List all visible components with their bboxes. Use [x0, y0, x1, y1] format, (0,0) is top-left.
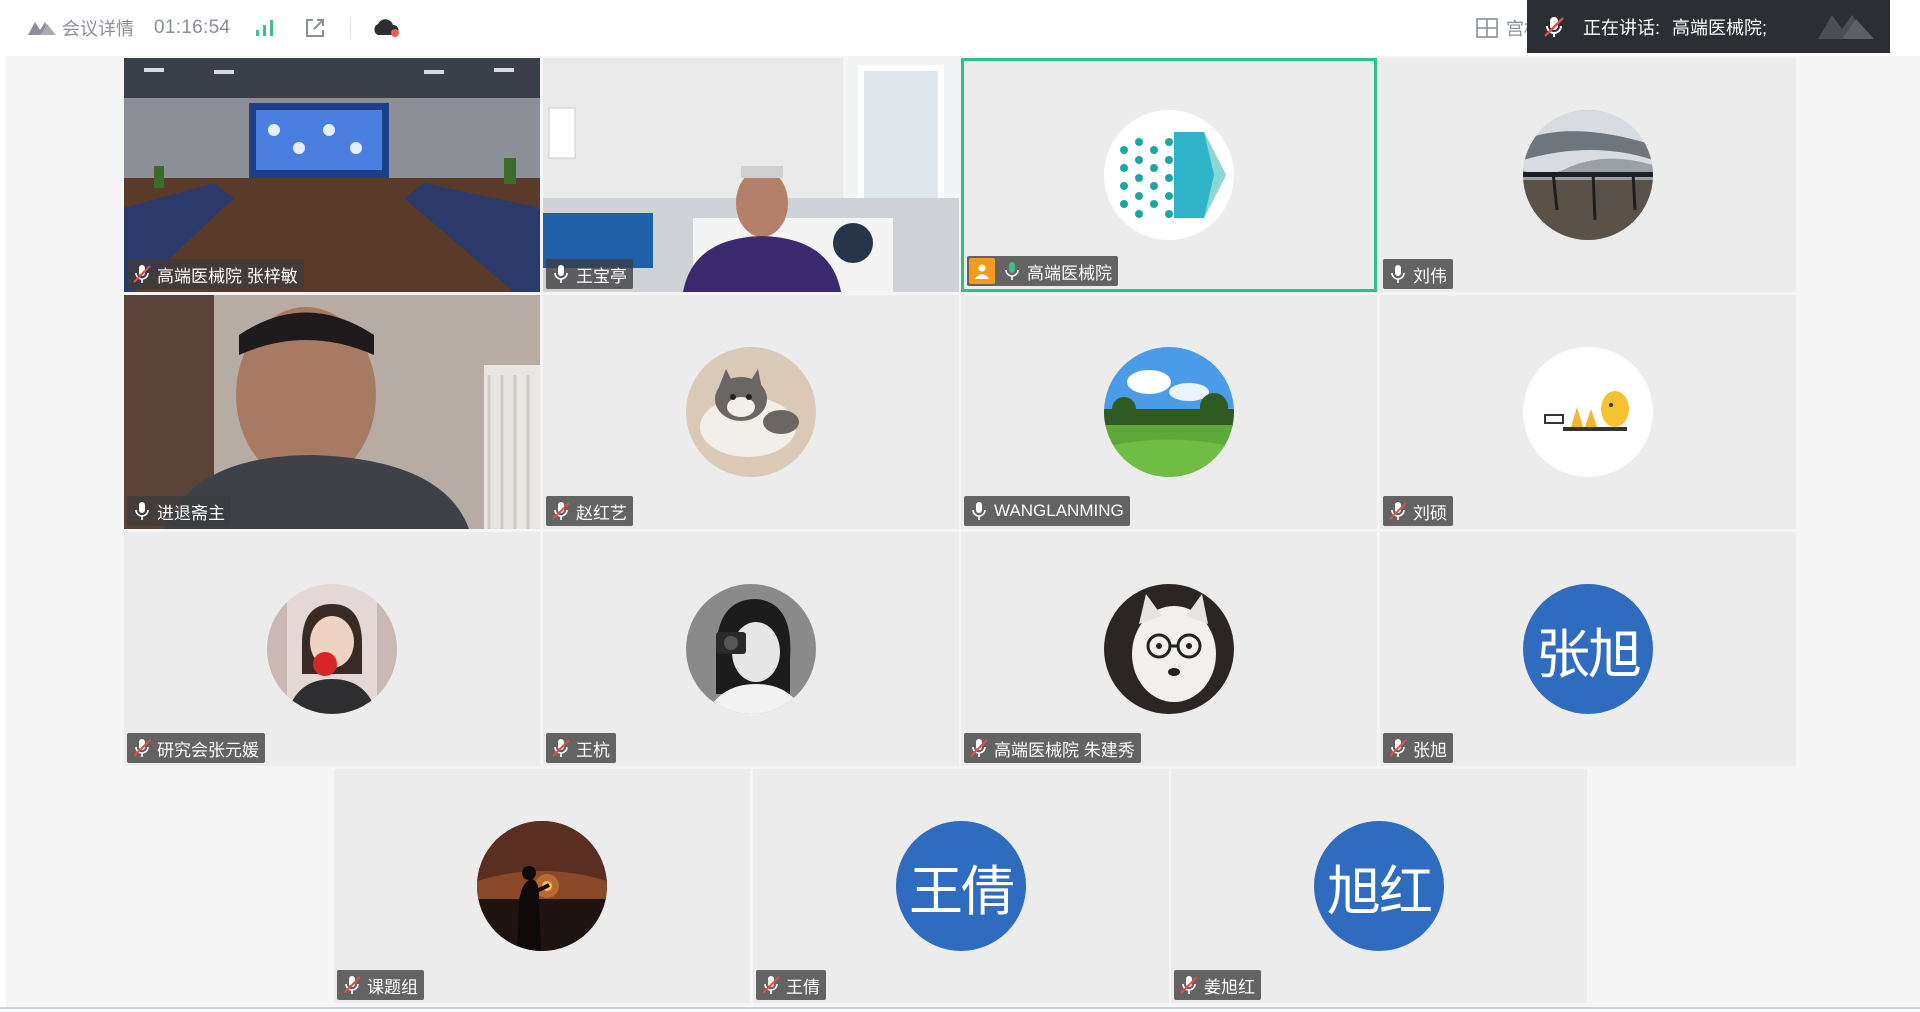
mic-muted-icon: [760, 974, 786, 996]
participant-tile[interactable]: 旭红 姜旭红: [1171, 769, 1587, 1003]
meeting-duration: 01:16:54: [154, 17, 231, 38]
avatar: [686, 584, 816, 714]
participant-nameplate: 刘伟: [1383, 259, 1453, 289]
participant-tile[interactable]: 研究会张元媛: [124, 532, 540, 766]
participant-name: 王杭: [576, 740, 610, 760]
toolbar-divider: [350, 17, 352, 39]
speaking-label: 正在讲话:: [1583, 17, 1661, 38]
top-bar-left: 会议详情 01:16:54: [26, 0, 401, 56]
speaking-name: 高端医械院;: [1672, 17, 1768, 38]
meeting-logo-icon: [26, 18, 58, 38]
participant-name: 刘硕: [1413, 503, 1447, 523]
participant-nameplate: 赵红艺: [546, 496, 633, 526]
bottom-divider: [0, 1007, 1920, 1009]
mic-icon: [1387, 263, 1413, 285]
participant-name: 进退斋主: [157, 503, 225, 523]
participant-name: 高端医械院 朱建秀: [994, 740, 1135, 760]
participant-tile[interactable]: 课题组: [334, 769, 750, 1003]
avatar-initials: 旭红: [1314, 821, 1444, 951]
participant-nameplate: 高端医械院: [967, 256, 1118, 286]
mic-muted-icon: [550, 500, 576, 522]
man-closeup-video: [124, 295, 540, 529]
avatar: [1104, 584, 1234, 714]
participant-name: 赵红艺: [576, 503, 627, 523]
mic-muted-icon: [968, 737, 994, 759]
avatar-initials: 张旭: [1523, 584, 1653, 714]
participant-nameplate: 张旭: [1383, 733, 1453, 763]
participant-tile[interactable]: 高端医械院 朱建秀: [961, 532, 1377, 766]
participant-nameplate: 研究会张元媛: [127, 733, 265, 763]
participant-name: 课题组: [367, 977, 418, 997]
office-video: [543, 58, 959, 292]
cloud-record-icon[interactable]: [371, 13, 401, 43]
mic-muted-icon: [1178, 974, 1204, 996]
participant-nameplate: 王宝亭: [546, 259, 633, 289]
participant-nameplate: 进退斋主: [127, 496, 231, 526]
participant-tile[interactable]: WANGLANMING: [961, 295, 1377, 529]
participant-nameplate: 课题组: [337, 970, 424, 1000]
participant-tile[interactable]: 张旭 张旭: [1380, 532, 1796, 766]
avatar: [1523, 110, 1653, 240]
participant-nameplate: WANGLANMING: [964, 496, 1130, 526]
participant-tile[interactable]: 王宝亭: [543, 58, 959, 292]
participant-nameplate: 姜旭红: [1174, 970, 1261, 1000]
participant-tile[interactable]: 王杭: [543, 532, 959, 766]
participant-nameplate: 高端医械院 张梓敏: [127, 259, 304, 289]
participant-tile[interactable]: 王倩 王倩: [753, 769, 1169, 1003]
avatar: [477, 821, 607, 951]
mic-active-icon: [1001, 260, 1027, 282]
avatar: [1104, 347, 1234, 477]
participant-tile-active[interactable]: 高端医械院: [961, 58, 1377, 292]
participant-tile[interactable]: 赵红艺: [543, 295, 959, 529]
speaking-logo-icon: [1816, 9, 1876, 43]
signal-bars-icon[interactable]: [250, 13, 280, 43]
participant-name: 刘伟: [1413, 266, 1447, 286]
conference-room-video: [124, 58, 540, 292]
mic-muted-icon: [131, 737, 157, 759]
mic-muted-icon: [550, 737, 576, 759]
avatar: [267, 584, 397, 714]
avatar: [1104, 110, 1234, 240]
grid-layout-icon: [1476, 18, 1498, 38]
participant-name: 研究会张元媛: [157, 740, 259, 760]
avatar: [1523, 347, 1653, 477]
mic-muted-icon: [1387, 500, 1413, 522]
mic-icon: [968, 500, 994, 522]
mic-muted-icon: [1541, 14, 1567, 40]
mic-muted-icon: [131, 263, 157, 285]
participant-nameplate: 王杭: [546, 733, 616, 763]
participant-name: 高端医械院 张梓敏: [157, 266, 298, 286]
participant-name: 王倩: [786, 977, 820, 997]
participant-tile[interactable]: 刘硕: [1380, 295, 1796, 529]
participant-name: 高端医械院: [1027, 263, 1112, 283]
participant-name: 张旭: [1413, 740, 1447, 760]
speaking-indicator: 正在讲话: 高端医械院;: [1527, 0, 1890, 53]
external-link-icon[interactable]: [300, 13, 330, 43]
participant-name: 姜旭红: [1204, 977, 1255, 997]
avatar-initials: 王倩: [896, 821, 1026, 951]
participant-nameplate: 王倩: [756, 970, 826, 1000]
participant-tile[interactable]: 刘伟: [1380, 58, 1796, 292]
avatar: [686, 347, 816, 477]
participant-tile[interactable]: 高端医械院 张梓敏: [124, 58, 540, 292]
mic-muted-icon: [1387, 737, 1413, 759]
participant-nameplate: 刘硕: [1383, 496, 1453, 526]
mic-muted-icon: [341, 974, 367, 996]
mic-icon: [131, 500, 157, 522]
host-badge-icon: [969, 258, 995, 284]
meeting-details-button[interactable]: 会议详情: [62, 15, 134, 41]
participant-tile[interactable]: 进退斋主: [124, 295, 540, 529]
mic-icon: [550, 263, 576, 285]
participant-name: 王宝亭: [576, 266, 627, 286]
participant-nameplate: 高端医械院 朱建秀: [964, 733, 1141, 763]
participant-name: WANGLANMING: [994, 501, 1124, 520]
